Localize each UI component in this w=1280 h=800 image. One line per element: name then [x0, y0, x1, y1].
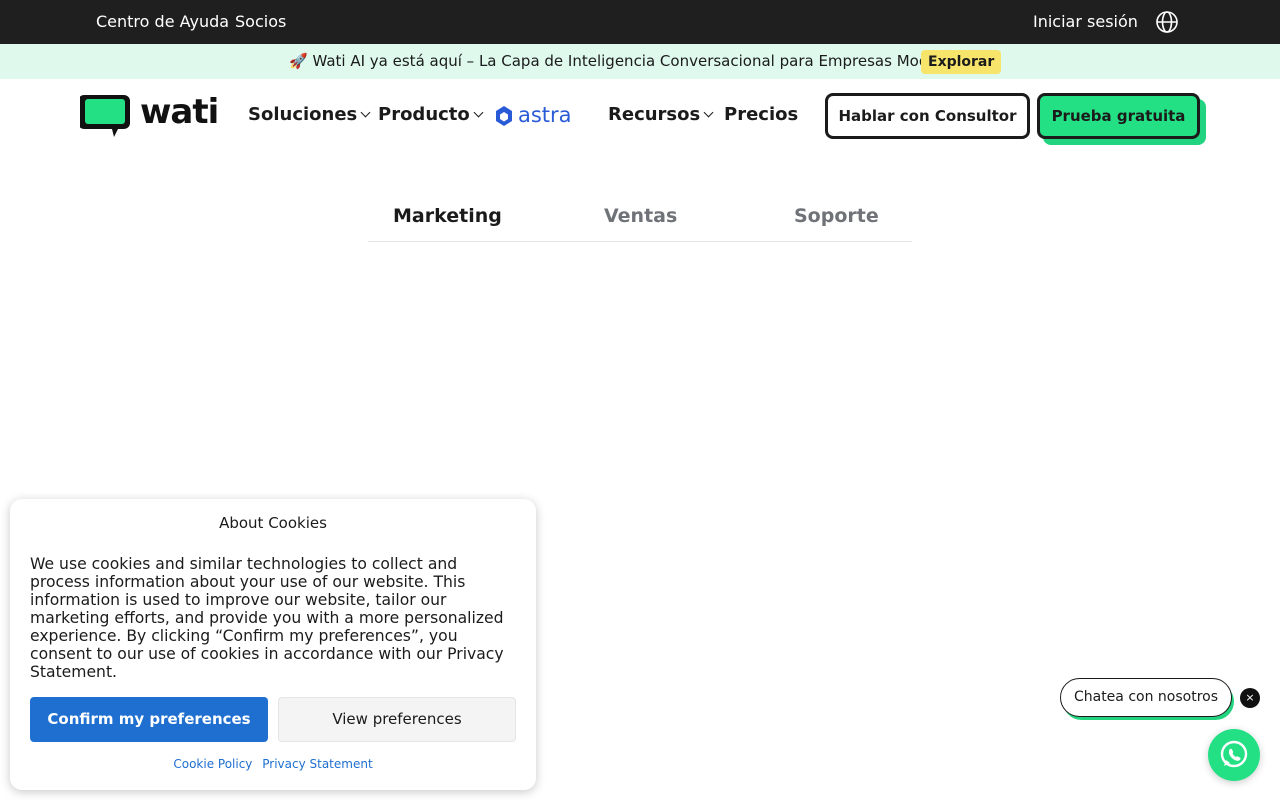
nav-resources[interactable]: Recursos [608, 103, 714, 127]
logo-text[interactable]: wati [140, 91, 219, 133]
chat-with-us-button[interactable]: Chatea con nosotros [1060, 678, 1232, 717]
tab-marketing[interactable]: Marketing [393, 204, 502, 228]
login-link[interactable]: Iniciar sesión [1033, 0, 1138, 44]
nav-pricing[interactable]: Precios [724, 103, 798, 127]
explore-button[interactable]: Explorar [921, 50, 1002, 74]
whatsapp-chat-button[interactable] [1208, 729, 1260, 781]
whatsapp-icon [1220, 740, 1248, 768]
privacy-statement-link[interactable]: Privacy Statement [262, 757, 372, 771]
use-case-tabs: Marketing Ventas Soporte [368, 196, 912, 242]
nav-solutions-label: Soluciones [248, 104, 358, 125]
cookie-policy-link[interactable]: Cookie Policy [173, 757, 252, 771]
confirm-preferences-button[interactable]: Confirm my preferences [30, 697, 268, 742]
view-preferences-button[interactable]: View preferences [278, 697, 516, 742]
free-trial-button[interactable]: Prueba gratuita [1037, 93, 1200, 139]
globe-icon[interactable] [1155, 10, 1179, 34]
talk-to-consultant-button[interactable]: Hablar con Consultor [825, 93, 1030, 139]
announcement-message: 🚀 Wati AI ya está aquí – La Capa de Inte… [289, 44, 970, 79]
nav-solutions[interactable]: Soluciones [248, 103, 371, 127]
cookie-title: About Cookies [219, 514, 327, 532]
chevron-down-icon [473, 107, 484, 118]
close-icon[interactable]: × [1240, 688, 1260, 708]
help-center-link[interactable]: Centro de Ayuda [96, 0, 229, 44]
chevron-down-icon [703, 107, 714, 118]
cookie-links: Cookie Policy Privacy Statement [10, 757, 536, 771]
tab-ventas[interactable]: Ventas [604, 204, 677, 228]
chevron-down-icon [360, 107, 371, 118]
nav-product-label: Producto [378, 104, 470, 125]
nav-resources-label: Recursos [608, 104, 701, 125]
top-bar: Centro de Ayuda Socios Iniciar sesión [0, 0, 1280, 44]
cookie-body-text: We use cookies and similar technologies … [30, 555, 504, 681]
nav-astra-label[interactable]: astra [518, 100, 572, 130]
tab-soporte[interactable]: Soporte [794, 204, 879, 228]
nav-product[interactable]: Producto [378, 103, 484, 127]
announcement-text: Wati AI ya está aquí – La Capa de Inteli… [312, 52, 970, 70]
rocket-icon: 🚀 [289, 52, 308, 70]
announcement-bar: 🚀 Wati AI ya está aquí – La Capa de Inte… [0, 44, 1280, 79]
cookie-banner: About Cookies We use cookies and similar… [10, 499, 536, 790]
partners-link[interactable]: Socios [235, 0, 286, 44]
